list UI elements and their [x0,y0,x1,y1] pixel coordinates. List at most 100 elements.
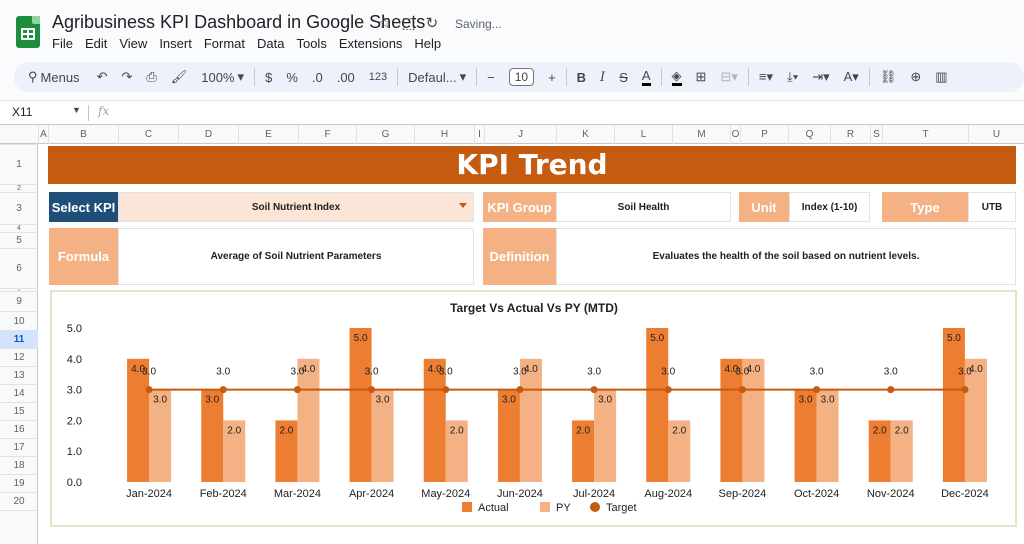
row-header[interactable]: 9 [0,291,38,311]
row-header[interactable]: 6 [0,248,38,288]
decrease-decimal-button[interactable]: .0 [305,70,330,85]
row-header-selected[interactable]: 11 [0,330,38,348]
toolbar-divider [660,68,662,86]
chevron-down-icon: ▾ [459,69,467,84]
row-header[interactable]: 13 [0,366,38,384]
font-value: Defaul... [408,69,457,85]
currency-format-button[interactable]: $ [258,70,279,85]
x-tick-label: Jun-2024 [497,488,543,500]
row-header[interactable]: 17 [0,438,38,456]
bold-button[interactable]: B [570,70,593,85]
row-header[interactable]: 18 [0,456,38,474]
column-header-k[interactable]: K [556,125,614,144]
column-header-g[interactable]: G [356,125,414,144]
column-header-o[interactable]: O [730,125,740,144]
column-header-e[interactable]: E [238,125,298,144]
select-kpi-dropdown[interactable]: Soil Nutrient Index [118,192,474,222]
menu-insert[interactable]: Insert [159,36,198,51]
chevron-down-icon[interactable]: ▼ [72,105,81,115]
row-header[interactable]: 12 [0,348,38,366]
column-header-a[interactable]: A [38,125,48,144]
kpi-trend-banner: KPI Trend [48,146,1016,184]
sheets-logo-icon[interactable] [16,16,40,48]
menu-file[interactable]: File [52,36,79,51]
print-icon[interactable]: ⎙ [139,69,163,85]
column-header-h[interactable]: H [414,125,474,144]
column-header-c[interactable]: C [118,125,178,144]
legend-py-swatch [540,502,550,512]
column-header-f[interactable]: F [298,125,356,144]
column-header-i[interactable]: I [474,125,484,144]
row-header[interactable]: 14 [0,384,38,402]
x-tick-label: May-2024 [421,488,470,500]
font-size-decrease-icon[interactable]: − [480,70,502,85]
row-header[interactable]: 1 [0,144,38,184]
menu-tools[interactable]: Tools [296,36,332,51]
row-header[interactable]: 15 [0,402,38,420]
number-format-button[interactable]: 123 [362,71,394,83]
menu-edit[interactable]: Edit [85,36,113,51]
column-header-j[interactable]: J [484,125,556,144]
column-header-l[interactable]: L [614,125,672,144]
kpi-group-value: Soil Health [556,192,731,222]
font-size-value[interactable]: 10 [508,68,535,86]
column-header-q[interactable]: Q [788,125,830,144]
insert-chart-icon[interactable]: ▥ [928,69,954,85]
borders-icon[interactable]: ⊞ [689,69,714,85]
document-title[interactable]: Agribusiness KPI Dashboard in Google She… [52,12,425,33]
text-wrap-icon[interactable]: ⇥▾ [805,69,836,85]
menu-extensions[interactable]: Extensions [339,36,409,51]
row-header[interactable]: 3 [0,192,38,224]
dropdown-arrow-icon[interactable] [459,203,467,208]
insert-comment-icon[interactable]: ⊕ [903,69,928,85]
increase-decimal-button[interactable]: .00 [330,70,362,85]
row-header[interactable]: 19 [0,474,38,492]
target-vs-actual-chart[interactable]: Target Vs Actual Vs PY (MTD) 0.0 1.0 2.0 3.… [50,290,1017,527]
column-header-p[interactable]: P [740,125,788,144]
row-header[interactable]: 20 [0,492,38,510]
type-value: UTB [968,192,1016,222]
column-header-d[interactable]: D [178,125,238,144]
merge-cells-icon[interactable]: ⊟▾ [713,69,744,85]
column-header-b[interactable]: B [48,125,118,144]
row-header[interactable]: 16 [0,420,38,438]
font-size-input[interactable]: 10 [502,68,541,86]
name-box[interactable]: X11 [12,105,32,119]
toolbar-divider [868,68,870,86]
column-header-s[interactable]: S [870,125,882,144]
row-header[interactable]: 4 [0,224,38,232]
paint-format-icon[interactable]: 🖌 [164,69,195,85]
redo-icon[interactable]: ↷ [114,69,139,85]
sync-icon[interactable]: ↻ [426,14,439,32]
fill-color-icon[interactable]: ◈ [665,68,689,86]
menus-search-button[interactable]: ⚲ Menus [14,69,90,85]
text-color-button[interactable]: A [635,68,658,86]
text-rotation-icon[interactable]: A▾ [837,69,866,85]
move-folder-icon[interactable]: ⬚ [401,14,415,32]
undo-icon[interactable]: ↶ [90,69,115,85]
italic-button[interactable]: I [593,70,612,85]
row-header[interactable]: 2 [0,184,38,192]
column-header-u[interactable]: U [968,125,1024,144]
row-header[interactable]: 5 [0,232,38,248]
column-header-r[interactable]: R [830,125,870,144]
select-all-corner[interactable] [0,125,38,144]
menu-help[interactable]: Help [414,36,447,51]
menu-view[interactable]: View [119,36,153,51]
menu-format[interactable]: Format [204,36,251,51]
py-data-label: 3.0 [821,395,835,406]
strikethrough-button[interactable]: S [612,70,635,85]
row-header[interactable]: 10 [0,311,38,330]
font-select[interactable]: Defaul... ▾ [401,69,473,85]
vertical-align-icon[interactable]: ⤓▾ [780,69,805,85]
legend-actual-label: Actual [478,502,509,514]
zoom-select[interactable]: 100% ▾ [194,69,251,85]
percent-format-button[interactable]: % [279,70,305,85]
horizontal-align-icon[interactable]: ≡▾ [752,69,780,85]
star-icon[interactable]: ☆ [378,14,391,32]
column-header-t[interactable]: T [882,125,968,144]
menu-data[interactable]: Data [257,36,290,51]
insert-link-icon[interactable]: ⛓ [873,69,904,85]
column-header-m[interactable]: M [672,125,730,144]
font-size-increase-icon[interactable]: + [541,70,563,85]
